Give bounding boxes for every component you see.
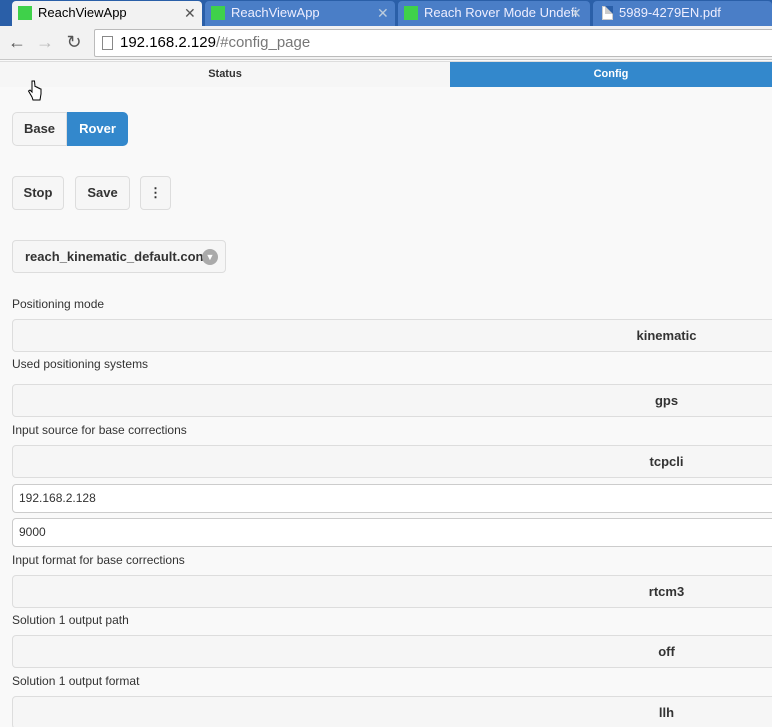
input-format-value: rtcm3 [648, 584, 685, 599]
positioning-mode-select[interactable]: kinematic [12, 319, 772, 352]
close-icon[interactable]: ✕ [377, 1, 389, 25]
solution1-format-select[interactable]: llh [12, 696, 772, 727]
close-icon[interactable]: ✕ [570, 1, 582, 25]
solution1-path-select[interactable]: off [12, 635, 772, 668]
browser-tab-3[interactable]: Reach Rover Mode Undefi ✕ [398, 1, 590, 26]
tab-title: Reach Rover Mode Undefi [424, 5, 578, 20]
browser-tab-4[interactable]: 5989-4279EN.pdf [593, 1, 772, 26]
browser-tab-strip: ReachViewApp ✕ ReachViewApp ✕ Reach Rove… [0, 0, 772, 26]
solution1-format-value: llh [658, 705, 675, 720]
app-navbar: Status Config [0, 61, 772, 87]
positioning-systems-select[interactable]: gps [12, 384, 772, 417]
browser-tab-1[interactable]: ReachViewApp ✕ [12, 1, 202, 26]
stop-button[interactable]: Stop [12, 176, 64, 210]
input-source-value: tcpcli [649, 454, 684, 469]
solution1-path-label: Solution 1 output path [12, 613, 129, 627]
tab-title: ReachViewApp [231, 5, 320, 20]
base-address-input[interactable]: 192.168.2.128 [12, 484, 772, 513]
more-options-button[interactable]: ⋮ [140, 176, 171, 210]
green-square-icon [18, 6, 32, 20]
rover-button[interactable]: Rover [67, 112, 128, 146]
base-port-input[interactable]: 9000 [12, 518, 772, 547]
address-bar[interactable]: 192.168.2.129/#config_page [94, 29, 772, 57]
chevron-down-icon: ▼ [202, 249, 218, 265]
config-file-select[interactable]: reach_kinematic_default.conf ▼ [12, 240, 226, 273]
positioning-mode-value: kinematic [636, 328, 697, 343]
input-format-label: Input format for base corrections [12, 553, 185, 567]
tab-title: 5989-4279EN.pdf [619, 5, 721, 20]
url-path: /#config_page [215, 34, 311, 51]
url-text: 192.168.2.129/#config_page [120, 34, 310, 51]
tab-status[interactable]: Status [0, 62, 450, 87]
green-square-icon [211, 6, 225, 20]
input-source-label: Input source for base corrections [12, 423, 187, 437]
input-format-select[interactable]: rtcm3 [12, 575, 772, 608]
solution1-path-value: off [658, 644, 675, 659]
document-icon [602, 6, 613, 20]
url-host: 192.168.2.129 [120, 34, 216, 51]
hand-cursor-icon [27, 80, 42, 101]
page-icon [102, 36, 113, 50]
save-button[interactable]: Save [75, 176, 130, 210]
close-icon[interactable]: ✕ [184, 1, 196, 25]
input-source-select[interactable]: tcpcli [12, 445, 772, 478]
tab-config[interactable]: Config [450, 62, 772, 87]
mode-toggle: Base Rover [12, 112, 128, 146]
browser-toolbar: ← → ↻ 192.168.2.129/#config_page [0, 26, 772, 60]
solution1-format-label: Solution 1 output format [12, 674, 140, 688]
forward-arrow-icon[interactable]: → [35, 32, 55, 52]
config-file-name: reach_kinematic_default.conf [25, 249, 208, 264]
positioning-mode-label: Positioning mode [12, 297, 105, 311]
reload-icon[interactable]: ↻ [64, 32, 84, 52]
positioning-systems-label: Used positioning systems [12, 357, 149, 371]
browser-tab-2[interactable]: ReachViewApp ✕ [205, 1, 395, 26]
base-button[interactable]: Base [12, 112, 67, 146]
green-square-icon [404, 6, 418, 20]
positioning-systems-value: gps [654, 393, 679, 408]
tab-title: ReachViewApp [38, 5, 127, 20]
back-arrow-icon[interactable]: ← [7, 32, 27, 52]
